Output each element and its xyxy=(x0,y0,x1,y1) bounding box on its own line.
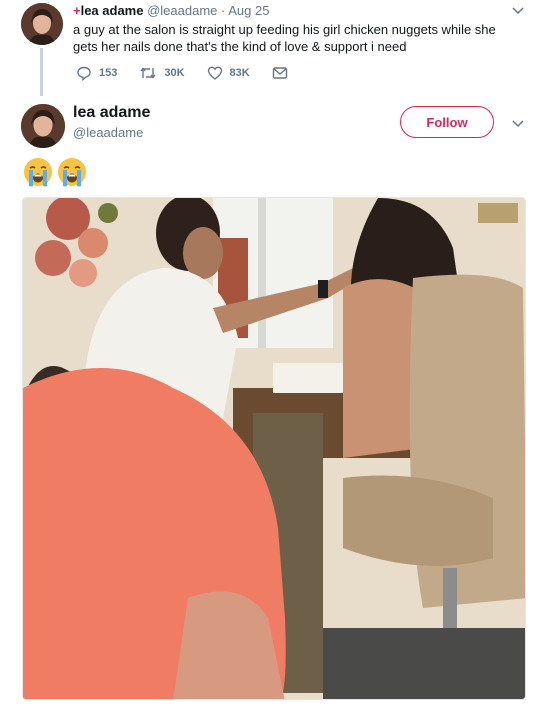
reply-button[interactable]: 153 xyxy=(76,65,117,81)
plus-sign: + xyxy=(73,3,81,18)
tweet-actions: 153 30K 83K xyxy=(76,64,317,82)
message-icon xyxy=(272,67,287,79)
reply-tweet: lea adame @leaadame Follow xyxy=(0,96,536,196)
thread-line xyxy=(40,48,43,96)
like-icon xyxy=(207,66,222,80)
retweet-count: 30K xyxy=(164,67,185,79)
reply-icon xyxy=(77,66,91,81)
loudly-crying-face-icon xyxy=(58,158,86,187)
retweet-button[interactable]: 30K xyxy=(139,65,185,81)
avatar[interactable] xyxy=(21,104,65,148)
chevron-down-icon[interactable] xyxy=(512,120,524,128)
author-handle[interactable]: @leaadame xyxy=(147,3,217,18)
tweet-date[interactable]: Aug 25 xyxy=(228,3,269,18)
direct-message-button[interactable] xyxy=(272,66,295,80)
retweet-icon xyxy=(140,67,156,79)
author-name[interactable]: lea adame xyxy=(73,104,150,122)
reply-count: 153 xyxy=(99,67,118,79)
avatar[interactable] xyxy=(21,3,63,45)
tweet-photo[interactable] xyxy=(22,197,526,700)
chevron-down-icon[interactable] xyxy=(512,7,524,15)
like-count: 83K xyxy=(229,67,250,79)
follow-button[interactable]: Follow xyxy=(400,106,494,138)
like-button[interactable]: 83K xyxy=(207,65,250,81)
original-tweet: +lea adame @leaadame · Aug 25 a guy at t… xyxy=(0,0,536,96)
tweet-header: +lea adame @leaadame · Aug 25 xyxy=(73,3,269,19)
author-handle[interactable]: @leaadame xyxy=(73,125,143,141)
author-name[interactable]: lea adame xyxy=(81,3,144,18)
meta-separator: · xyxy=(221,3,226,18)
loudly-crying-face-icon xyxy=(24,158,52,187)
tweet-text: a guy at the salon is straight up feedin… xyxy=(73,22,496,54)
emoji-row xyxy=(22,156,90,188)
